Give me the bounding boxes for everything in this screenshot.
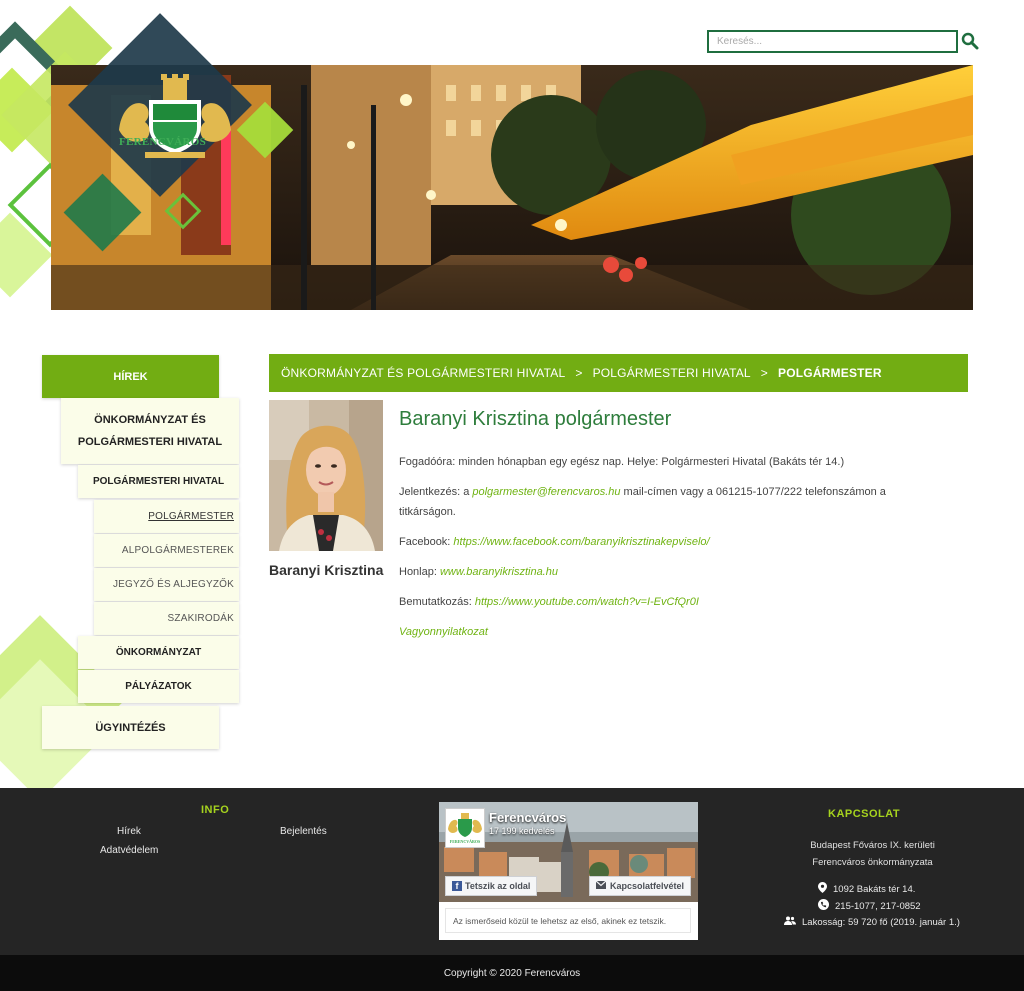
- sidebar-item-label: SZAKIRODÁK: [167, 613, 234, 624]
- apply-prefix: Jelentkezés: a: [399, 486, 473, 498]
- facebook-like-button[interactable]: f Tetszik az oldal: [445, 876, 538, 896]
- facebook-label: Facebook:: [399, 536, 454, 548]
- footer-org-line1: Budapest Főváros IX. kerületi: [810, 840, 935, 851]
- sidebar-item-tenders[interactable]: PÁLYÁZATOK: [78, 670, 239, 703]
- footer-info-heading: INFO: [201, 804, 230, 816]
- facebook-like-count: 17 199 kedvelés: [489, 826, 555, 836]
- sidebar-item-notaries[interactable]: JEGYZŐ ÉS ALJEGYZŐK: [94, 568, 239, 601]
- sidebar-item-municipality[interactable]: ÖNKORMÁNYZAT: [78, 636, 239, 669]
- page-title: Baranyi Krisztina polgármester: [399, 408, 672, 430]
- people-icon: [784, 916, 796, 928]
- homepage-link[interactable]: www.baranyikrisztina.hu: [440, 566, 558, 578]
- intro-row: Bemutatkozás: https://www.youtube.com/wa…: [399, 592, 939, 612]
- breadcrumb-item-current: POLGÁRMESTER: [778, 366, 882, 380]
- sidebar-item-label: HÍREK: [113, 370, 148, 383]
- facebook-like-label: Tetszik az oldal: [465, 881, 531, 891]
- sidebar-item-label: POLGÁRMESTER: [148, 511, 234, 522]
- breadcrumb-separator: >: [575, 366, 583, 380]
- sidebar-item-news[interactable]: HÍREK: [42, 355, 219, 398]
- sidebar-item-mayor[interactable]: POLGÁRMESTER: [94, 500, 239, 533]
- phone-icon: [818, 899, 829, 913]
- facebook-friends-text: Az ismerőseid közül te lehetsz az első, …: [445, 908, 691, 933]
- footer-population-text: Lakosság: 59 720 fő (2019. január 1.): [802, 916, 960, 928]
- sidebar-item-departments[interactable]: SZAKIRODÁK: [94, 602, 239, 635]
- sidebar-item-label: ÖNKORMÁNYZAT: [115, 647, 202, 658]
- footer-address: 1092 Bakáts tér 14.: [818, 882, 915, 896]
- email-link[interactable]: polgarmester@ferencvaros.hu: [472, 486, 620, 498]
- profile-content: Fogadóóra: minden hónapban egy egész nap…: [399, 452, 939, 652]
- search-icon[interactable]: [961, 32, 981, 52]
- footer-phone-text: 215-1077, 217-0852: [835, 900, 921, 912]
- decor-diamond: [0, 212, 53, 298]
- search-input[interactable]: [707, 30, 958, 53]
- youtube-link[interactable]: https://www.youtube.com/watch?v=I-EvCfQr…: [475, 596, 699, 608]
- breadcrumb-item-mayors-office[interactable]: POLGÁRMESTERI HIVATAL: [593, 366, 751, 380]
- sidebar-item-label: POLGÁRMESTERI HIVATAL: [92, 476, 225, 487]
- facebook-logo-text: FERENCVÁROS: [449, 839, 481, 844]
- footer-link-report[interactable]: Bejelentés: [280, 826, 327, 837]
- assets-row: Vagyonnyilatkozat: [399, 622, 939, 642]
- facebook-contact-label: Kapcsolatfelvétel: [610, 881, 685, 891]
- search-bar: [707, 30, 981, 53]
- footer-phone: 215-1077, 217-0852: [818, 899, 921, 913]
- footer-org-line2: Ferencváros önkormányzata: [812, 857, 933, 868]
- sidebar-item-label: ÜGYINTÉZÉS: [95, 721, 166, 734]
- breadcrumb: ÖNKORMÁNYZAT ÉS POLGÁRMESTERI HIVATAL > …: [269, 354, 968, 392]
- sidebar-item-label: ALPOLGÁRMESTEREK: [121, 545, 234, 556]
- mayor-name-caption: Baranyi Krisztina: [269, 562, 384, 578]
- site-logo[interactable]: FERENCVÁROS: [100, 0, 270, 158]
- footer-link-news[interactable]: Hírek: [117, 826, 141, 837]
- apply-text: Jelentkezés: a polgarmester@ferencvaros.…: [399, 482, 939, 522]
- decor-diamond: [0, 67, 55, 153]
- copyright-bar: Copyright © 2020 Ferencváros: [0, 955, 1024, 991]
- assets-declaration-link[interactable]: Vagyonnyilatkozat: [399, 626, 488, 638]
- sidebar-item-label: PÁLYÁZATOK: [125, 681, 192, 692]
- homepage-label: Honlap:: [399, 566, 440, 578]
- facebook-page-name[interactable]: Ferencváros: [489, 810, 566, 825]
- facebook-page-widget[interactable]: FERENCVÁROS Ferencváros 17 199 kedvelés …: [439, 802, 698, 940]
- logo-text: FERENCVÁROS: [118, 136, 207, 148]
- sidebar-item-government[interactable]: ÖNKORMÁNYZAT ÉS POLGÁRMESTERI HIVATAL: [61, 398, 239, 464]
- breadcrumb-item-government[interactable]: ÖNKORMÁNYZAT ÉS POLGÁRMESTERI HIVATAL: [281, 366, 565, 380]
- facebook-link[interactable]: https://www.facebook.com/baranyikrisztin…: [453, 536, 709, 548]
- facebook-icon: f: [452, 881, 462, 891]
- sidebar-item-label: JEGYZŐ ÉS ALJEGYZŐK: [112, 579, 234, 590]
- footer-population: Lakosság: 59 720 fő (2019. január 1.): [784, 916, 960, 928]
- facebook-row: Facebook: https://www.facebook.com/baran…: [399, 532, 939, 552]
- copyright-text: Copyright © 2020 Ferencváros: [443, 967, 581, 979]
- intro-label: Bemutatkozás:: [399, 596, 475, 608]
- footer-address-text: 1092 Bakáts tér 14.: [833, 883, 916, 895]
- office-hours-text: Fogadóóra: minden hónapban egy egész nap…: [399, 456, 845, 468]
- mail-icon: [595, 880, 607, 891]
- footer-contact-heading: KAPCSOLAT: [828, 808, 901, 820]
- sidebar-item-label: ÖNKORMÁNYZAT ÉS POLGÁRMESTERI HIVATAL: [77, 414, 223, 448]
- sidebar-item-deputy-mayors[interactable]: ALPOLGÁRMESTEREK: [94, 534, 239, 567]
- sidebar-item-mayors-office[interactable]: POLGÁRMESTERI HIVATAL: [78, 465, 239, 498]
- homepage-row: Honlap: www.baranyikrisztina.hu: [399, 562, 939, 582]
- footer-link-privacy[interactable]: Adatvédelem: [100, 845, 158, 856]
- coat-of-arms-icon: [119, 74, 231, 158]
- facebook-contact-button[interactable]: Kapcsolatfelvétel: [589, 876, 692, 896]
- facebook-page-logo: FERENCVÁROS: [445, 808, 485, 848]
- breadcrumb-separator: >: [760, 366, 769, 380]
- map-pin-icon: [818, 882, 827, 896]
- mayor-photo: [269, 400, 383, 551]
- sidebar-item-administration[interactable]: ÜGYINTÉZÉS: [42, 706, 219, 749]
